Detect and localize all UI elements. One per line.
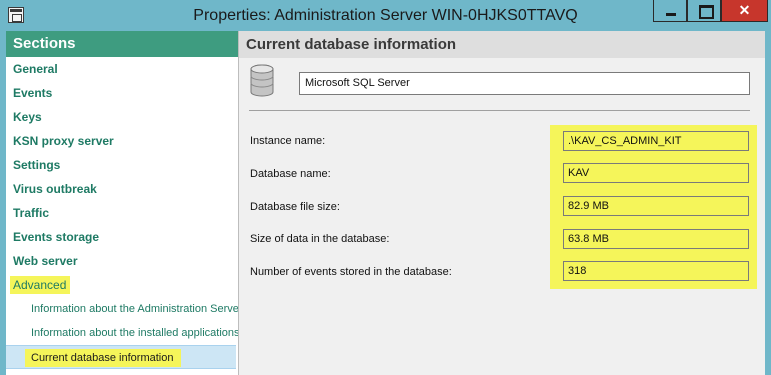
instance-name-field[interactable]: .\KAV_CS_ADMIN_KIT: [563, 131, 749, 151]
sections-header: Sections: [6, 31, 238, 57]
content-panel: Current database information Microsoft S…: [238, 31, 771, 375]
events-count-label: Number of events stored in the database:: [250, 266, 452, 278]
section-virus-outbreak[interactable]: Virus outbreak: [6, 177, 238, 201]
data-size-field[interactable]: 63.8 MB: [563, 229, 749, 249]
section-current-database-label: Current database information: [25, 349, 182, 367]
section-web-server[interactable]: Web server: [6, 249, 238, 273]
close-button[interactable]: ✕: [721, 0, 768, 22]
page-title: Current database information: [239, 31, 765, 58]
database-file-size-label: Database file size:: [250, 201, 340, 213]
section-events-storage[interactable]: Events storage: [6, 225, 238, 249]
section-ksn-proxy-server[interactable]: KSN proxy server: [6, 129, 238, 153]
section-advanced[interactable]: Advanced: [6, 273, 238, 297]
section-info-installed-applications[interactable]: Information about the installed applicat…: [6, 321, 238, 345]
section-info-administration-server[interactable]: Information about the Administration Ser…: [6, 297, 238, 321]
database-type-field[interactable]: Microsoft SQL Server: [299, 72, 750, 95]
divider: [249, 110, 750, 111]
section-general[interactable]: General: [6, 57, 238, 81]
sections-panel: Sections General Events Keys KSN proxy s…: [0, 31, 238, 375]
database-name-label: Database name:: [250, 168, 331, 180]
window-controls: ✕: [653, 0, 768, 22]
section-keys[interactable]: Keys: [6, 105, 238, 129]
events-count-field[interactable]: 318: [563, 261, 749, 281]
section-traffic[interactable]: Traffic: [6, 201, 238, 225]
database-file-size-field[interactable]: 82.9 MB: [563, 196, 749, 216]
database-icon: [250, 64, 274, 97]
section-events[interactable]: Events: [6, 81, 238, 105]
maximize-button[interactable]: [687, 0, 721, 22]
title-bar[interactable]: Properties: Administration Server WIN-0H…: [0, 0, 771, 31]
section-advanced-label: Advanced: [10, 276, 71, 294]
database-name-field[interactable]: KAV: [563, 163, 749, 183]
sections-nav: General Events Keys KSN proxy server Set…: [6, 57, 238, 369]
section-current-database-information[interactable]: Current database information: [6, 345, 236, 369]
section-settings[interactable]: Settings: [6, 153, 238, 177]
data-size-label: Size of data in the database:: [250, 233, 390, 245]
minimize-button[interactable]: [653, 0, 687, 22]
instance-name-label: Instance name:: [250, 135, 326, 147]
properties-window: Properties: Administration Server WIN-0H…: [0, 0, 771, 375]
